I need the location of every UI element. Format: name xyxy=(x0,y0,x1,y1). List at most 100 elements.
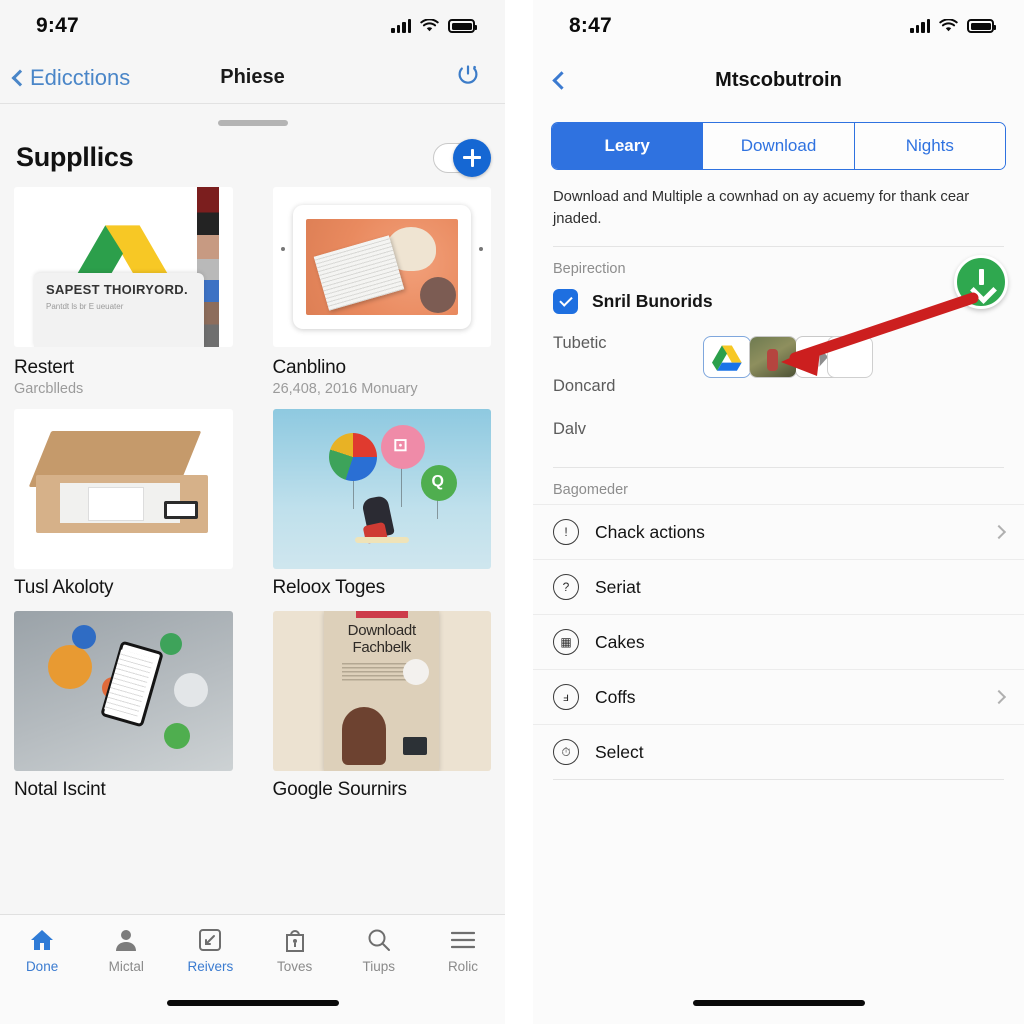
gadgets-photo-thumbnail xyxy=(14,611,233,771)
wifi-icon xyxy=(420,19,439,32)
hamburger-menu-icon xyxy=(450,927,476,953)
status-icons xyxy=(910,19,996,33)
option-row[interactable]: Dalv xyxy=(553,408,1004,451)
card-item[interactable]: Tusl Akoloty xyxy=(14,409,233,599)
card-item[interactable]: Canblino 26,408, 2016 Monuary xyxy=(272,187,491,397)
chevron-right-icon xyxy=(991,690,1007,705)
bottom-tab-bar: Done Mictal Reivers Toves Tiups Rolic xyxy=(0,914,505,1024)
tab-mictal[interactable]: Mictal xyxy=(84,927,168,974)
thumbnail-strip xyxy=(703,336,873,379)
tab-label: Done xyxy=(25,959,59,974)
photo-thumb[interactable] xyxy=(749,336,797,379)
segment-leary[interactable]: Leary xyxy=(552,123,704,169)
page-title: Mtscobutroin xyxy=(715,68,842,91)
poster: Downloadt Fachbelk xyxy=(324,611,440,771)
drive-logo-thumb[interactable] xyxy=(703,336,751,379)
photo-preview xyxy=(750,337,796,378)
back-label: Edicctions xyxy=(30,64,131,90)
left-phone-panel: 9:47 Edicctions Phiese Suppllics SAPEST … xyxy=(0,0,505,1024)
tablet-frame xyxy=(292,205,471,329)
status-time: 8:47 xyxy=(569,14,612,37)
dot-right xyxy=(479,247,483,251)
card-item[interactable]: Downloadt Fachbelk Google Sournirs xyxy=(272,611,491,801)
tab-rolic[interactable]: Rolic xyxy=(421,927,505,974)
panel-divider xyxy=(505,0,533,1024)
list-row-label: Seriat xyxy=(595,576,641,597)
blue-sphere xyxy=(72,625,96,649)
list-row-label: Chack actions xyxy=(595,521,705,542)
add-button[interactable] xyxy=(453,138,491,177)
list-row-label: Cakes xyxy=(595,631,645,652)
balloons-photo-thumbnail: ⚀ Q xyxy=(272,409,491,569)
segment-nights[interactable]: Nights xyxy=(854,123,1005,169)
poster-photo-thumbnail: Downloadt Fachbelk xyxy=(272,611,491,771)
power-refresh-glyph xyxy=(458,65,478,84)
tab-tiups[interactable]: Tiups xyxy=(337,927,421,974)
card-item[interactable]: ⚀ Q Reloox Toges xyxy=(272,409,491,599)
image-resize-icon xyxy=(197,927,223,953)
tab-label: Mictal xyxy=(108,959,144,974)
card-title: Canblino xyxy=(272,357,347,378)
card-item[interactable]: SAPEST THOIRYORD. Pantdt ls br E ueuater… xyxy=(14,187,233,397)
section-actions xyxy=(433,138,491,177)
right-status-bar: 8:47 xyxy=(533,0,1024,52)
list-row-chack-actions[interactable]: ! Chack actions xyxy=(533,504,1024,559)
poster-person xyxy=(342,707,387,765)
green-sphere-2 xyxy=(164,723,190,749)
checkbox-row[interactable]: Snril Bunorids xyxy=(533,277,1024,315)
right-nav-bar: Mtscobutroin xyxy=(533,52,1024,108)
book-pages xyxy=(313,235,404,311)
list-row-cakes[interactable]: ▦ Cakes xyxy=(533,614,1024,669)
orange-sphere xyxy=(48,645,92,689)
checkbox-label: Snril Bunorids xyxy=(592,291,713,312)
list-row-label: Select xyxy=(595,741,644,762)
tab-label: Rolic xyxy=(447,959,478,974)
balloon-string xyxy=(436,499,438,519)
board xyxy=(354,537,409,543)
power-refresh-icon[interactable] xyxy=(455,62,481,93)
balloon-string xyxy=(352,479,354,509)
card-title: Restert xyxy=(14,357,74,378)
status-time: 9:47 xyxy=(36,14,79,37)
balloon-string xyxy=(400,467,402,507)
google-drive-icon xyxy=(712,345,742,371)
card-grid: SAPEST THOIRYORD. Pantdt ls br E ueuater… xyxy=(0,187,505,809)
list-row-coffs[interactable]: ⅎ Coffs xyxy=(533,669,1024,724)
poster-tablet xyxy=(403,737,428,755)
list-row-label: Coffs xyxy=(595,686,636,707)
checkbox-checked-icon[interactable] xyxy=(553,289,578,315)
description-text: Download and Multiple a cownhad on ay ac… xyxy=(553,189,970,228)
tab-reivers[interactable]: Reivers xyxy=(168,927,252,974)
card-subtitle: Garcblleds xyxy=(14,381,84,397)
card-item[interactable]: Notal Iscint xyxy=(14,611,233,801)
section-title: Suppllics xyxy=(16,142,134,172)
drive-logo-thumbnail: SAPEST THOIRYORD. Pantdt ls br E ueuater xyxy=(14,187,233,347)
grabber-handle[interactable] xyxy=(217,120,288,126)
download-button[interactable] xyxy=(954,255,1008,309)
segment-download[interactable]: Download xyxy=(703,123,855,169)
poster-toy xyxy=(403,659,430,685)
tab-done[interactable]: Done xyxy=(0,927,84,974)
sheet-grabber-area xyxy=(0,104,505,142)
balloon-multicolor xyxy=(328,433,377,481)
tab-toves[interactable]: Toves xyxy=(253,927,337,974)
download-arrow-icon xyxy=(973,269,989,295)
left-nav-bar: Edicctions Phiese xyxy=(0,52,505,104)
tablet-screen xyxy=(305,219,458,315)
list-row-seriat[interactable]: ? Seriat xyxy=(533,559,1024,614)
tablet-photo-thumbnail xyxy=(272,187,491,347)
shopping-bag-icon xyxy=(282,927,308,953)
search-icon xyxy=(366,927,392,953)
card-title: Tusl Akoloty xyxy=(14,577,114,598)
back-button[interactable]: Edicctions xyxy=(11,64,131,91)
segmented-control: Leary Download Nights xyxy=(551,122,1006,170)
wifi-icon xyxy=(939,19,958,32)
white-sphere xyxy=(174,673,208,707)
home-indicator xyxy=(692,1000,865,1006)
question-circle-icon: ? xyxy=(553,574,579,601)
person-icon xyxy=(113,927,139,953)
tab-label: Reivers xyxy=(187,959,234,974)
home-indicator xyxy=(166,1000,339,1006)
list-row-select[interactable]: ⏱ Select xyxy=(533,724,1024,779)
section-label: Bepirection xyxy=(553,261,626,278)
